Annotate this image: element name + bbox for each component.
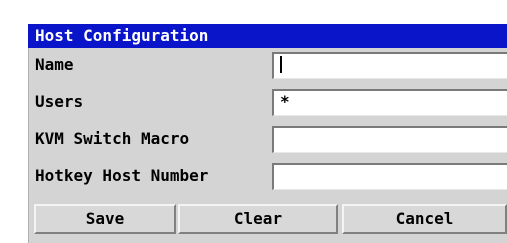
text-cursor xyxy=(280,56,282,73)
kvm-switch-macro-row: KVM Switch Macro xyxy=(28,122,507,156)
host-configuration-window: Host Configuration Name Users * KVM Swit… xyxy=(0,0,507,243)
kvm-switch-macro-label: KVM Switch Macro xyxy=(35,129,190,148)
dialog-title: Host Configuration xyxy=(28,24,507,48)
kvm-switch-macro-field[interactable] xyxy=(272,126,507,153)
users-row: Users * xyxy=(28,85,507,119)
users-label: Users xyxy=(35,92,84,111)
users-value: * xyxy=(280,92,290,111)
hotkey-host-number-field[interactable] xyxy=(272,163,507,190)
name-row: Name xyxy=(28,48,507,82)
hotkey-host-number-label: Hotkey Host Number xyxy=(35,166,209,185)
cancel-button[interactable]: Cancel xyxy=(342,204,507,234)
name-label: Name xyxy=(35,55,74,74)
hotkey-host-number-row: Hotkey Host Number xyxy=(28,159,507,193)
save-button[interactable]: Save xyxy=(34,204,176,234)
users-field[interactable]: * xyxy=(272,89,507,116)
name-field[interactable] xyxy=(272,52,507,79)
clear-button[interactable]: Clear xyxy=(178,204,338,234)
button-row: Save Clear Cancel xyxy=(28,202,507,236)
